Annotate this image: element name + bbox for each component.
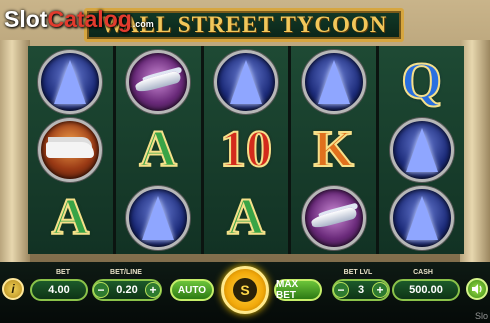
tower-symbol <box>389 118 454 182</box>
reel-cell <box>382 117 462 183</box>
reel-cell: A <box>206 185 286 251</box>
reel-cell <box>294 185 374 251</box>
reels-area: A A 10 A K Q <box>28 46 464 254</box>
reel-3: 10 A <box>203 46 289 254</box>
bet-line-plus-button[interactable]: + <box>145 282 161 298</box>
reel-cell <box>118 49 198 115</box>
tower-symbol <box>213 50 278 114</box>
bet-line-label: BET/LINE <box>110 269 142 276</box>
letter-symbol: A <box>226 189 266 246</box>
reel-cell <box>206 49 286 115</box>
tower-icon <box>54 60 87 104</box>
reel-cell: 10 <box>206 117 286 183</box>
bet-display: 4.00 <box>30 279 88 301</box>
bet-line-value: 0.20 <box>116 284 138 296</box>
info-icon: i <box>11 282 15 296</box>
cash-value: 500.00 <box>409 284 443 296</box>
letter-symbol: K <box>313 121 355 178</box>
jet-icon <box>310 206 358 230</box>
auto-button[interactable]: AUTO <box>170 279 214 301</box>
letter-symbol: A <box>138 121 178 178</box>
bet-level-value: 3 <box>357 284 365 296</box>
max-bet-label: MAX BET <box>276 279 299 301</box>
tower-icon <box>317 60 350 104</box>
bet-label: BET <box>56 269 70 276</box>
spin-icon: S <box>233 278 257 302</box>
reel-cell: A <box>118 117 198 183</box>
letter-symbol: A <box>51 189 91 246</box>
reel-1: A <box>28 46 113 254</box>
watermark-com: .com <box>132 19 154 29</box>
reel-4: K <box>291 46 377 254</box>
reel-cell <box>30 117 110 183</box>
reel-cell: A <box>30 185 110 251</box>
bet-line-minus-button[interactable]: − <box>93 282 109 298</box>
reel-cell <box>118 185 198 251</box>
yacht-symbol <box>38 118 103 182</box>
tower-icon <box>405 128 438 172</box>
letter-symbol: Q <box>400 53 442 110</box>
bet-level-minus-button[interactable]: − <box>333 282 349 298</box>
bet-value: 4.00 <box>48 284 70 296</box>
cash-label: CASH <box>413 269 433 276</box>
right-pillar <box>460 40 490 270</box>
yacht-icon <box>46 142 95 158</box>
bet-level-label: BET LVL <box>343 269 373 276</box>
jet-icon <box>134 70 182 94</box>
jet-symbol <box>126 50 191 114</box>
watermark-slot: Slot <box>4 6 48 32</box>
jet-symbol <box>301 186 366 250</box>
speaker-icon <box>472 284 482 294</box>
tower-icon <box>229 60 262 104</box>
reel-cell <box>382 185 462 251</box>
tower-symbol <box>38 50 103 114</box>
reel-5: Q <box>379 46 464 254</box>
cash-display: 500.00 <box>392 279 460 301</box>
reel-2: A <box>115 46 201 254</box>
tower-icon <box>405 196 438 240</box>
watermark-catalog: Catalog <box>47 6 132 32</box>
spin-button[interactable]: S <box>221 266 269 314</box>
tower-symbol <box>389 186 454 250</box>
left-pillar <box>0 40 30 270</box>
sound-button[interactable] <box>466 278 488 300</box>
reel-cell <box>30 49 110 115</box>
reel-cell: Q <box>382 49 462 115</box>
info-button[interactable]: i <box>2 278 24 300</box>
letter-symbol: 10 <box>219 121 273 178</box>
max-bet-button[interactable]: MAX BET <box>274 279 322 301</box>
tower-symbol <box>126 186 191 250</box>
auto-label: AUTO <box>177 284 207 296</box>
tower-icon <box>142 196 175 240</box>
reel-cell: K <box>294 117 374 183</box>
bet-level-plus-button[interactable]: + <box>372 282 388 298</box>
corner-watermark: Slo <box>474 311 488 321</box>
reel-cell <box>294 49 374 115</box>
slotcatalog-watermark: Slot Catalog .com <box>4 6 154 36</box>
tower-symbol <box>301 50 366 114</box>
